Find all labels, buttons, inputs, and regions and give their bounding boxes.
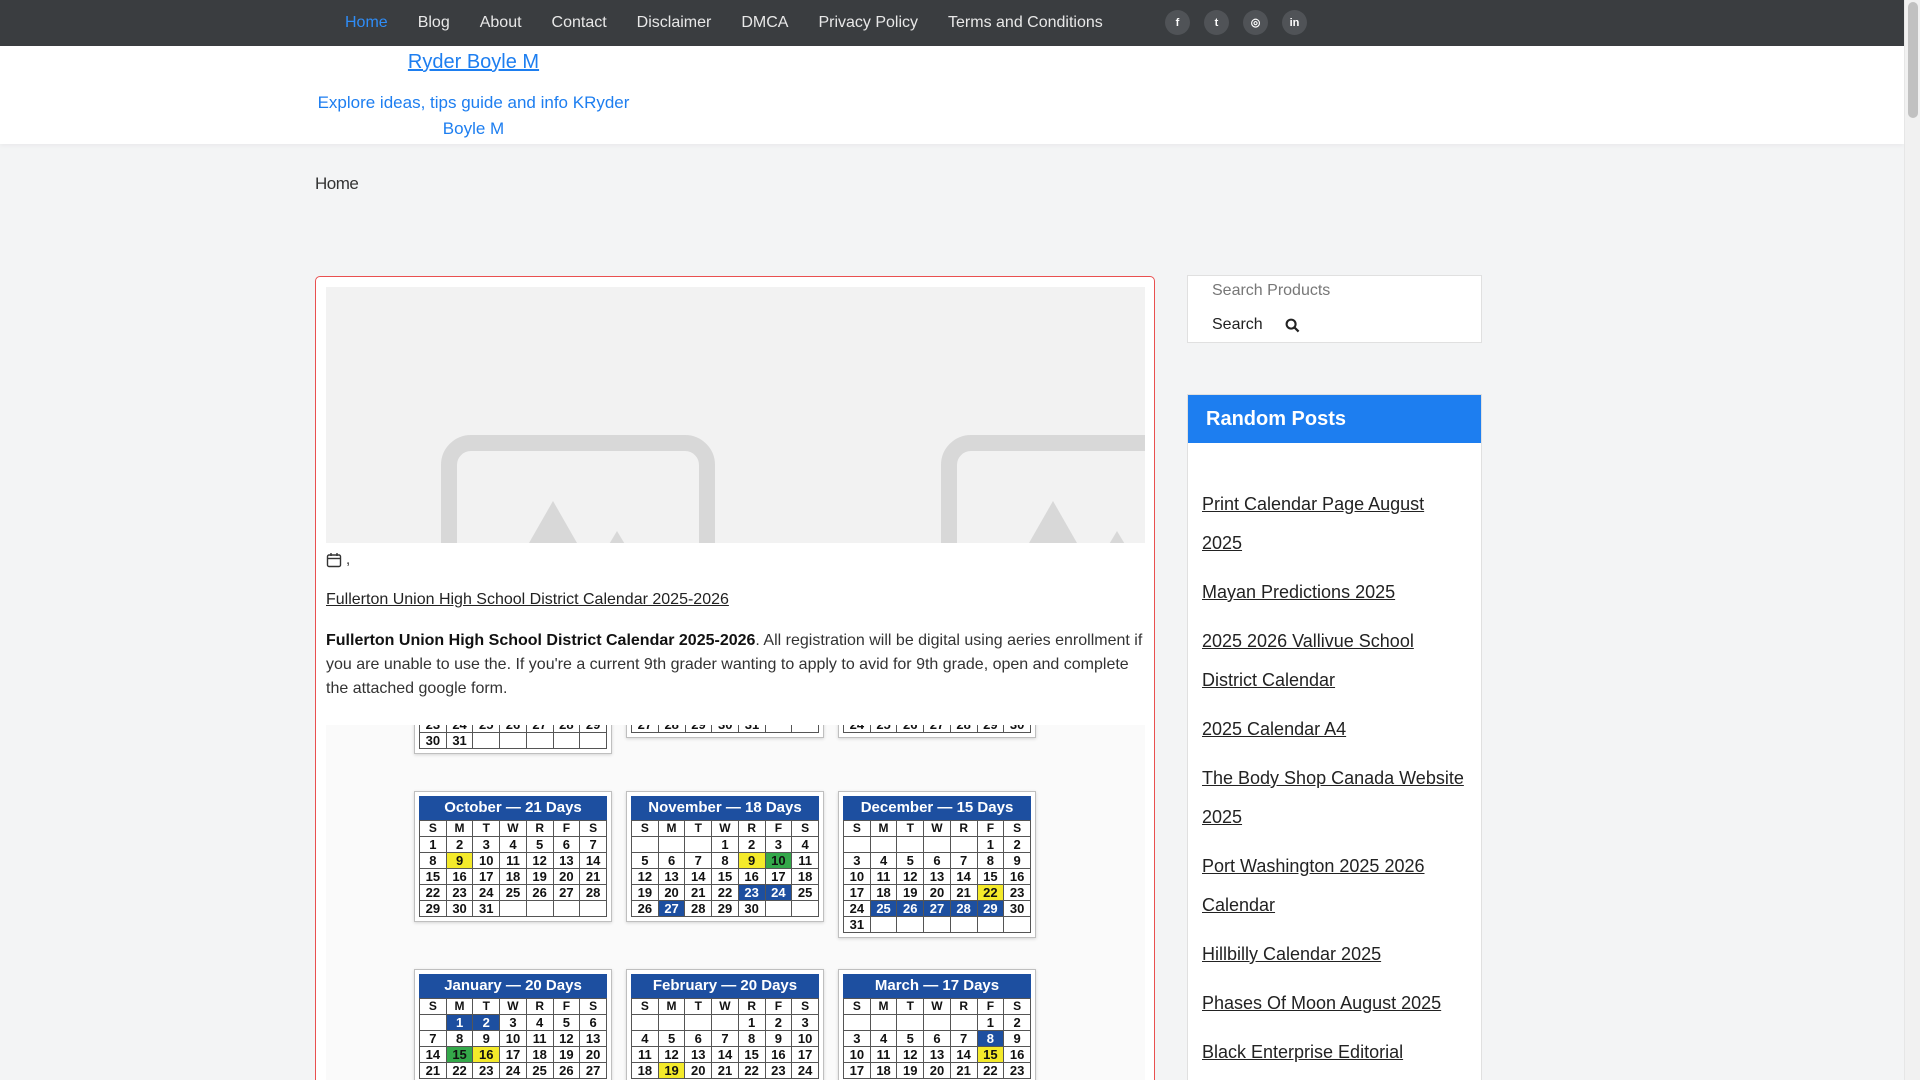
search-button[interactable]: Search (1212, 316, 1300, 334)
list-item: Phases Of Moon August 2025 (1202, 984, 1467, 1023)
calendar-month-title: December — 15 Days (843, 796, 1031, 820)
random-post-link[interactable]: 2025 Calendar A4 (1202, 719, 1346, 739)
calendar-month-title: March — 17 Days (843, 974, 1031, 998)
calendar-month-title: November — 18 Days (631, 796, 819, 820)
linkedin-icon[interactable]: in (1282, 10, 1307, 35)
random-post-link[interactable]: Port Washington 2025 2026 Calendar (1202, 856, 1425, 915)
calendar-month-title: October — 21 Days (419, 796, 607, 820)
facebook-icon[interactable]: f (1165, 10, 1190, 35)
nav-item-terms[interactable]: Terms and Conditions (933, 0, 1118, 46)
nav-item-blog[interactable]: Blog (403, 0, 465, 46)
nav-item-dmca[interactable]: DMCA (726, 0, 803, 46)
scrollbar[interactable] (1904, 0, 1920, 1080)
random-posts-list: Print Calendar Page August 2025 Mayan Pr… (1188, 443, 1481, 1072)
search-input[interactable] (1212, 279, 1462, 303)
list-item: Mayan Predictions 2025 (1202, 573, 1467, 612)
post-meta: , (326, 551, 350, 568)
random-post-link[interactable]: Print Calendar Page August 2025 (1202, 494, 1424, 553)
social-links: f t ◎ in (1165, 10, 1307, 35)
calendar-month: March — 17 Days S M T W R F S 1 2 3 4 5 6 7 8 9 10 11 12 13 1… (838, 969, 1036, 1080)
list-item: Port Washington 2025 2026 Calendar (1202, 847, 1467, 925)
calendar-month: December — 15 Days S M T W R F S 1 2 3 4 5 6 7 8 9 10 11 12… (838, 791, 1036, 938)
site-tagline: Explore ideas, tips guide and info KRyde… (317, 93, 630, 138)
image-placeholder (326, 287, 1145, 543)
article-card: , Fullerton Union High School District C… (315, 276, 1155, 1080)
calendar-month: November — 18 Days S M T W R F S 1 2 3 4 5 6 7 8 9 10 11 12… (626, 791, 824, 922)
calendar-icon (326, 552, 342, 567)
post-excerpt: Fullerton Union High School District Cal… (326, 629, 1148, 701)
list-item: Print Calendar Page August 2025 (1202, 485, 1467, 563)
random-post-link[interactable]: 2025 2026 Vallivue School District Calen… (1202, 631, 1414, 690)
search-widget: Search (1187, 275, 1482, 343)
image-placeholder-icon (441, 435, 715, 543)
image-placeholder-icon (941, 435, 1145, 543)
search-label: Search (1212, 316, 1263, 333)
nav-item-disclaimer[interactable]: Disclaimer (622, 0, 727, 46)
calendar-month: 232425262728293031 (414, 725, 612, 754)
nav-item-privacy-policy[interactable]: Privacy Policy (803, 0, 933, 46)
random-posts-widget: Random Posts Print Calendar Page August … (1187, 394, 1482, 1080)
calendar-month: 24252627282930 (838, 725, 1036, 738)
top-navigation: Home Blog About Contact Disclaimer DMCA … (0, 0, 1904, 46)
scrollbar-thumb[interactable] (1908, 2, 1918, 118)
post-title-link[interactable]: Fullerton Union High School District Cal… (326, 591, 729, 609)
nav-item-contact[interactable]: Contact (537, 0, 622, 46)
list-item: Black Enterprise Editorial (1202, 1033, 1467, 1072)
post-date: , (346, 551, 351, 568)
breadcrumb[interactable]: Home (315, 174, 359, 194)
calendar-month-title: February — 20 Days (631, 974, 819, 998)
instagram-icon[interactable]: ◎ (1243, 10, 1268, 35)
random-post-link[interactable]: Hillbilly Calendar 2025 (1202, 944, 1381, 964)
search-icon (1285, 318, 1300, 332)
site-title[interactable]: Ryder Boyle M (315, 51, 632, 74)
excerpt-bold: Fullerton Union High School District Cal… (326, 632, 756, 649)
calendar-month-title: January — 20 Days (419, 974, 607, 998)
nav-menu: Home Blog About Contact Disclaimer DMCA … (330, 0, 1118, 46)
calendar-month: January — 20 Days S M T W R F S 1 2 3 4 5 6 7 8 9 10 11 12 1… (414, 969, 612, 1080)
site-header: Ryder Boyle M Explore ideas, tips guide … (0, 46, 1904, 144)
random-post-link[interactable]: Mayan Predictions 2025 (1202, 582, 1395, 602)
list-item: Hillbilly Calendar 2025 (1202, 935, 1467, 974)
list-item: The Body Shop Canada Website 2025 (1202, 759, 1467, 837)
random-post-link[interactable]: Black Enterprise Editorial (1202, 1042, 1403, 1062)
calendar-month: February — 20 Days S M T W R F S 1 2 3 4 5 6 7 8 9 10 11 12… (626, 969, 824, 1080)
list-item: 2025 2026 Vallivue School District Calen… (1202, 622, 1467, 700)
nav-item-home[interactable]: Home (330, 0, 403, 46)
calendar-month: October — 21 Days S M T W R F S 1 2 3 4 5 6 7 8 9 10 11 12 1… (414, 791, 612, 922)
calendar-image: 232425262728293031 2728293031 242526272829… (326, 725, 1145, 1080)
list-item: 2025 Calendar A4 (1202, 710, 1467, 749)
calendar-month: 2728293031 (626, 725, 824, 738)
random-post-link[interactable]: Phases Of Moon August 2025 (1202, 993, 1441, 1013)
nav-item-about[interactable]: About (465, 0, 537, 46)
random-posts-title: Random Posts (1188, 395, 1481, 443)
twitter-icon[interactable]: t (1204, 10, 1229, 35)
random-post-link[interactable]: The Body Shop Canada Website 2025 (1202, 768, 1464, 827)
